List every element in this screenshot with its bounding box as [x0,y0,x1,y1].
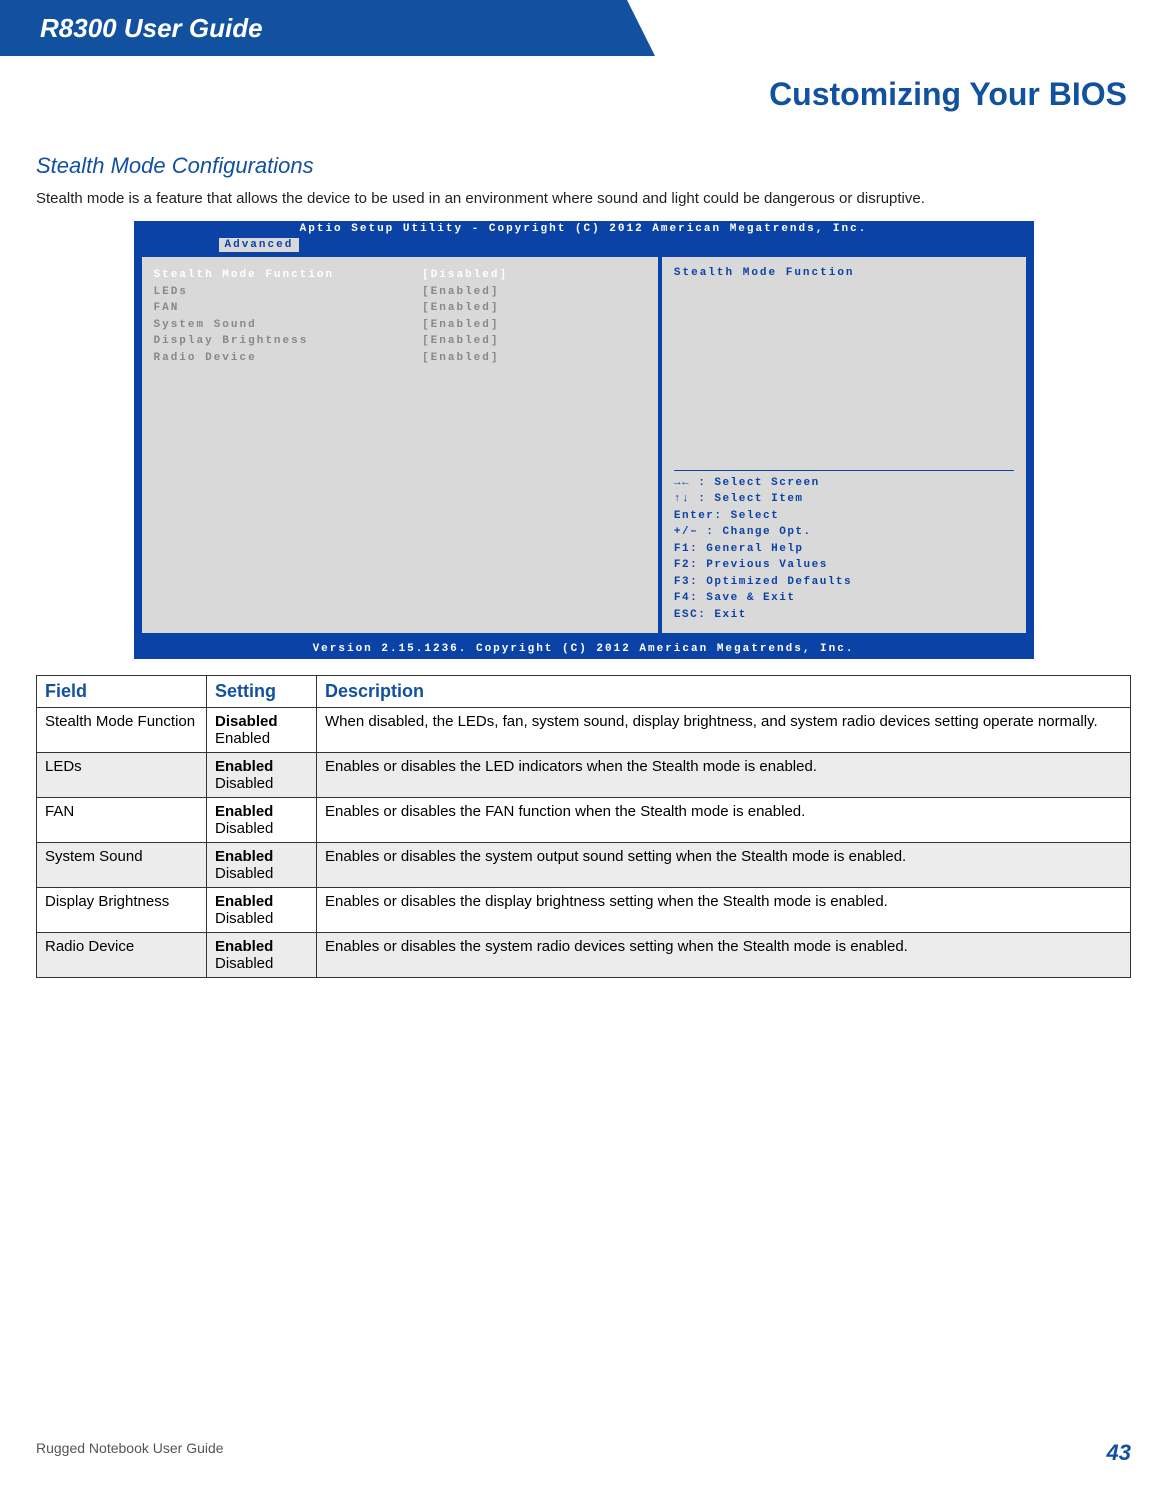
section-heading: Stealth Mode Configurations [36,153,1131,179]
bios-help-lines: →← : Select Screen↑↓ : Select ItemEnter:… [674,475,1014,624]
cell-description: When disabled, the LEDs, fan, system sou… [317,708,1131,753]
bios-setting-row[interactable]: System Sound[Enabled] [154,317,646,334]
bios-main-panel: Stealth Mode Function[Disabled]LEDs[Enab… [140,255,660,635]
bios-setting-row[interactable]: FAN[Enabled] [154,300,646,317]
bios-help-line: ↑↓ : Select Item [674,491,1014,508]
setting-default: Enabled [215,938,308,955]
cell-description: Enables or disables the LED indicators w… [317,753,1131,798]
cell-field: LEDs [37,753,207,798]
bios-help-line: +/– : Change Opt. [674,524,1014,541]
bios-help-line: F2: Previous Values [674,557,1014,574]
bios-setting-value: [Enabled] [422,284,646,301]
cell-description: Enables or disables the system radio dev… [317,933,1131,978]
setting-other: Disabled [215,820,308,837]
header-bar: R8300 User Guide [0,0,627,56]
cell-description: Enables or disables the display brightne… [317,888,1131,933]
cell-setting: EnabledDisabled [207,843,317,888]
footer-left: Rugged Notebook User Guide [36,1440,224,1466]
bios-top-bar: Aptio Setup Utility - Copyright (C) 2012… [134,221,1034,237]
table-row: Stealth Mode FunctionDisabledEnabledWhen… [37,708,1131,753]
cell-field: Display Brightness [37,888,207,933]
bios-setting-label: Stealth Mode Function [154,267,423,284]
cell-setting: EnabledDisabled [207,888,317,933]
cell-description: Enables or disables the system output so… [317,843,1131,888]
cell-setting: EnabledDisabled [207,933,317,978]
th-field: Field [37,676,207,708]
cell-field: Stealth Mode Function [37,708,207,753]
setting-other: Enabled [215,730,308,747]
bios-setting-row[interactable]: Stealth Mode Function[Disabled] [154,267,646,284]
cell-field: Radio Device [37,933,207,978]
table-row: LEDsEnabledDisabledEnables or disables t… [37,753,1131,798]
th-setting: Setting [207,676,317,708]
bios-setting-label: Radio Device [154,350,423,367]
setting-other: Disabled [215,910,308,927]
guide-title: R8300 User Guide [40,13,263,44]
bios-screenshot: Aptio Setup Utility - Copyright (C) 2012… [134,221,1034,659]
bios-help-line: F4: Save & Exit [674,590,1014,607]
cell-setting: EnabledDisabled [207,798,317,843]
bios-setting-value: [Enabled] [422,350,646,367]
bios-setting-label: LEDs [154,284,423,301]
bios-help-line: Enter: Select [674,508,1014,525]
bios-setting-label: Display Brightness [154,333,423,350]
page-number: 43 [1107,1440,1131,1466]
setting-other: Disabled [215,865,308,882]
bios-tab-row: Advanced [134,237,1034,255]
setting-default: Enabled [215,803,308,820]
table-row: System SoundEnabledDisabledEnables or di… [37,843,1131,888]
setting-default: Disabled [215,713,308,730]
page-footer: Rugged Notebook User Guide 43 [0,1440,1167,1466]
bios-setting-value: [Enabled] [422,300,646,317]
bios-setting-value: [Enabled] [422,317,646,334]
th-description: Description [317,676,1131,708]
cell-field: FAN [37,798,207,843]
table-row: Display BrightnessEnabledDisabledEnables… [37,888,1131,933]
bios-help-line: ESC: Exit [674,607,1014,624]
bios-setting-row[interactable]: Display Brightness[Enabled] [154,333,646,350]
bios-setting-label: FAN [154,300,423,317]
page-title: Customizing Your BIOS [0,56,1167,113]
cell-setting: EnabledDisabled [207,753,317,798]
cell-setting: DisabledEnabled [207,708,317,753]
cell-description: Enables or disables the FAN function whe… [317,798,1131,843]
setting-other: Disabled [215,775,308,792]
bios-side-panel: Stealth Mode Function →← : Select Screen… [660,255,1028,635]
cell-field: System Sound [37,843,207,888]
bios-setting-value: [Enabled] [422,333,646,350]
section-intro: Stealth mode is a feature that allows th… [36,189,1131,209]
bios-setting-label: System Sound [154,317,423,334]
bios-help-line: F3: Optimized Defaults [674,574,1014,591]
bios-setting-value: [Disabled] [422,267,646,284]
bios-footer: Version 2.15.1236. Copyright (C) 2012 Am… [134,641,1034,659]
table-row: Radio DeviceEnabledDisabledEnables or di… [37,933,1131,978]
description-table: Field Setting Description Stealth Mode F… [36,675,1131,978]
setting-default: Enabled [215,893,308,910]
table-row: FANEnabledDisabledEnables or disables th… [37,798,1131,843]
bios-side-title: Stealth Mode Function [674,267,1014,279]
bios-tab-advanced[interactable]: Advanced [219,238,300,252]
setting-default: Enabled [215,758,308,775]
bios-setting-row[interactable]: LEDs[Enabled] [154,284,646,301]
bios-help-line: →← : Select Screen [674,475,1014,492]
setting-other: Disabled [215,955,308,972]
bios-help-line: F1: General Help [674,541,1014,558]
bios-setting-row[interactable]: Radio Device[Enabled] [154,350,646,367]
setting-default: Enabled [215,848,308,865]
